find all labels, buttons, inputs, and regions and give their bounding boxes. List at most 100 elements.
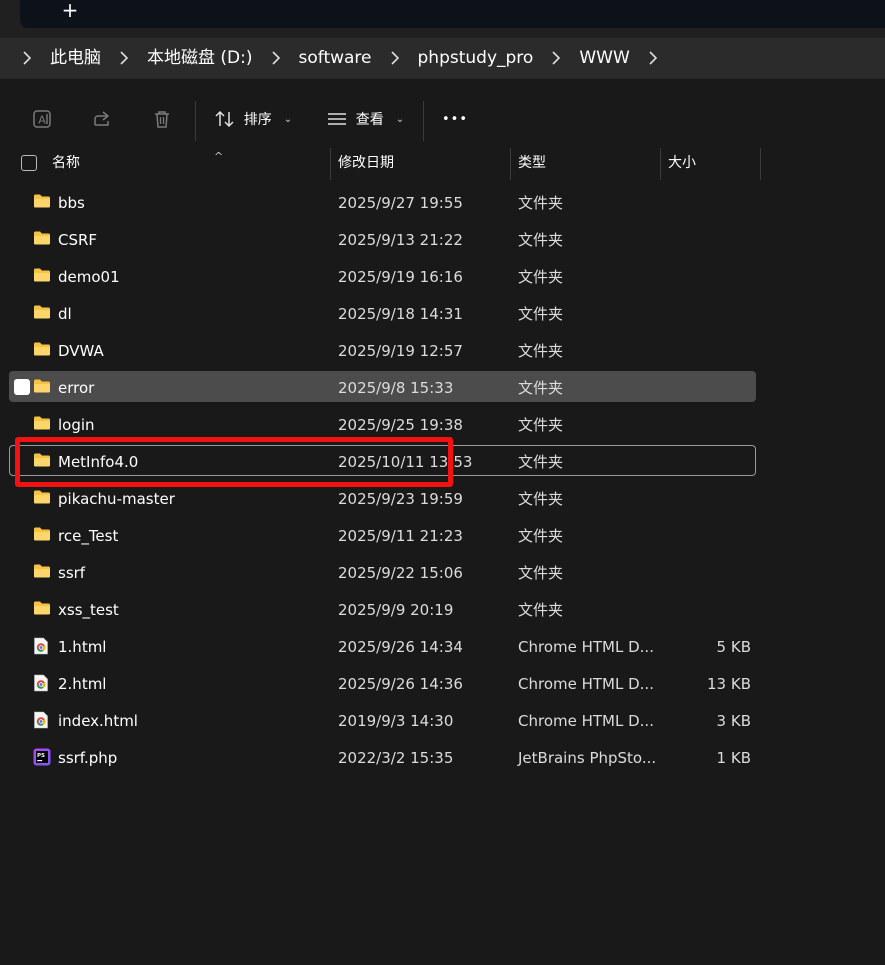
file-row[interactable]: ssrf 2025/9/22 15:06 文件夹: [0, 555, 885, 592]
chrome-html-icon: [33, 674, 51, 692]
folder-icon: [33, 600, 51, 618]
chevron-right-icon[interactable]: [382, 51, 408, 65]
file-row[interactable]: rce_Test 2025/9/11 21:23 文件夹: [0, 518, 885, 555]
chevron-down-icon: ⌄: [395, 113, 405, 125]
file-modified-date: 2022/3/2 15:35: [338, 749, 454, 767]
file-type: 文件夹: [518, 268, 564, 286]
chevron-right-icon[interactable]: [111, 51, 137, 65]
delete-button[interactable]: [147, 100, 177, 138]
file-row[interactable]: pikachu-master 2025/9/23 19:59 文件夹: [0, 481, 885, 518]
file-modified-date: 2025/9/13 21:22: [338, 231, 463, 249]
svg-text:A: A: [38, 114, 46, 127]
breadcrumb-item[interactable]: 本地磁盘 (D:): [137, 38, 263, 78]
column-modified-label: 修改日期: [338, 155, 394, 171]
breadcrumb-item[interactable]: 此电脑: [40, 38, 111, 78]
file-row[interactable]: index.html 2019/9/3 14:30 Chrome HTML D...…: [0, 703, 885, 740]
column-size-label: 大小: [668, 155, 696, 171]
file-name: error: [58, 379, 95, 397]
file-name: xss_test: [58, 601, 119, 619]
sort-ascending-icon: ^: [214, 150, 224, 163]
file-modified-date: 2025/10/11 13:53: [338, 453, 473, 471]
row-select-checkbox[interactable]: [14, 379, 30, 395]
file-type: 文件夹: [518, 194, 564, 212]
folder-icon: [33, 378, 51, 396]
file-row[interactable]: CSRF 2025/9/13 21:22 文件夹: [0, 222, 885, 259]
file-modified-date: 2025/9/19 12:57: [338, 342, 463, 360]
column-header-name[interactable]: 名称 ^: [44, 146, 330, 180]
file-row[interactable]: MetInfo4.0 2025/10/11 13:53 文件夹: [0, 444, 885, 481]
file-type: 文件夹: [518, 453, 564, 471]
chevron-right-icon[interactable]: [14, 51, 40, 65]
folder-icon: [33, 563, 51, 581]
file-type: 文件夹: [518, 342, 564, 360]
tab-strip: +: [0, 0, 885, 38]
file-name: demo01: [58, 268, 120, 286]
file-name: dl: [58, 305, 72, 323]
file-name: 1.html: [58, 638, 107, 656]
file-type: 文件夹: [518, 379, 564, 397]
breadcrumb-item[interactable]: software: [289, 38, 382, 78]
svg-text:PS: PS: [37, 753, 45, 759]
rename-button[interactable]: A: [27, 100, 57, 138]
breadcrumb-item[interactable]: phpstudy_pro: [408, 38, 544, 78]
file-row[interactable]: demo01 2025/9/19 16:16 文件夹: [0, 259, 885, 296]
file-modified-date: 2025/9/23 19:59: [338, 490, 463, 508]
file-name: index.html: [58, 712, 138, 730]
view-icon: [327, 113, 346, 125]
more-options-button[interactable]: •••: [438, 100, 472, 138]
column-header-type[interactable]: 类型: [510, 146, 660, 180]
file-name: pikachu-master: [58, 490, 175, 508]
file-row[interactable]: 2.html 2025/9/26 14:36 Chrome HTML D... 13 …: [0, 666, 885, 703]
file-row[interactable]: xss_test 2025/9/9 20:19 文件夹: [0, 592, 885, 629]
share-icon: [94, 111, 110, 126]
view-button[interactable]: 查看 ⌄: [325, 100, 405, 138]
sort-button[interactable]: 排序 ⌄: [212, 100, 294, 138]
folder-icon: [33, 304, 51, 322]
chevron-down-icon: ⌄: [283, 113, 293, 125]
file-type: JetBrains PhpSto...: [518, 749, 657, 767]
address-bar[interactable]: 此电脑 本地磁盘 (D:) software phpstudy_pro WWW: [0, 38, 885, 78]
phpstorm-icon: PS: [33, 748, 51, 766]
column-type-label: 类型: [518, 155, 546, 171]
chevron-right-icon[interactable]: [640, 51, 666, 65]
file-modified-date: 2025/9/26 14:36: [338, 675, 463, 693]
new-tab-button[interactable]: +: [58, 0, 82, 23]
file-row[interactable]: 1.html 2025/9/26 14:34 Chrome HTML D... 5 K…: [0, 629, 885, 666]
chevron-right-icon[interactable]: [263, 51, 289, 65]
file-name: DVWA: [58, 342, 104, 360]
file-row[interactable]: PS ssrf.php 2022/3/2 15:35 JetBrains PhpSto…: [0, 740, 885, 777]
file-type: 文件夹: [518, 231, 564, 249]
select-all-checkbox[interactable]: [21, 155, 37, 171]
chevron-right-icon[interactable]: [543, 51, 569, 65]
tab-surface: +: [20, 0, 885, 28]
file-name: ssrf.php: [58, 749, 118, 767]
folder-icon: [33, 341, 51, 359]
file-modified-date: 2025/9/26 14:34: [338, 638, 463, 656]
file-row[interactable]: bbs 2025/9/27 19:55 文件夹: [0, 185, 885, 222]
file-name: 2.html: [58, 675, 107, 693]
command-separator: [423, 101, 424, 141]
share-button[interactable]: [87, 100, 117, 138]
file-name: login: [58, 416, 95, 434]
file-row[interactable]: dl 2025/9/18 14:31 文件夹: [0, 296, 885, 333]
file-type: 文件夹: [518, 527, 564, 545]
file-row[interactable]: DVWA 2025/9/19 12:57 文件夹: [0, 333, 885, 370]
column-header: 名称 ^ 修改日期 类型 大小: [0, 146, 885, 180]
file-modified-date: 2025/9/8 15:33: [338, 379, 454, 397]
file-size: 13 KB: [707, 675, 751, 693]
file-type: 文件夹: [518, 305, 564, 323]
rename-icon: A: [33, 110, 51, 128]
file-row[interactable]: error 2025/9/8 15:33 文件夹: [0, 370, 885, 407]
breadcrumb-item[interactable]: WWW: [569, 38, 639, 78]
column-divider[interactable]: [760, 148, 761, 180]
file-modified-date: 2025/9/25 19:38: [338, 416, 463, 434]
file-modified-date: 2019/9/3 14:30: [338, 712, 454, 730]
file-row[interactable]: login 2025/9/25 19:38 文件夹: [0, 407, 885, 444]
column-header-size[interactable]: 大小: [660, 146, 760, 180]
column-header-modified[interactable]: 修改日期: [330, 146, 510, 180]
file-modified-date: 2025/9/9 20:19: [338, 601, 454, 619]
file-type: 文件夹: [518, 564, 564, 582]
file-type: Chrome HTML D...: [518, 638, 654, 656]
command-bar: A 排序 ⌄ 查看 ⌄ •••: [0, 78, 885, 146]
folder-icon: [33, 452, 51, 470]
